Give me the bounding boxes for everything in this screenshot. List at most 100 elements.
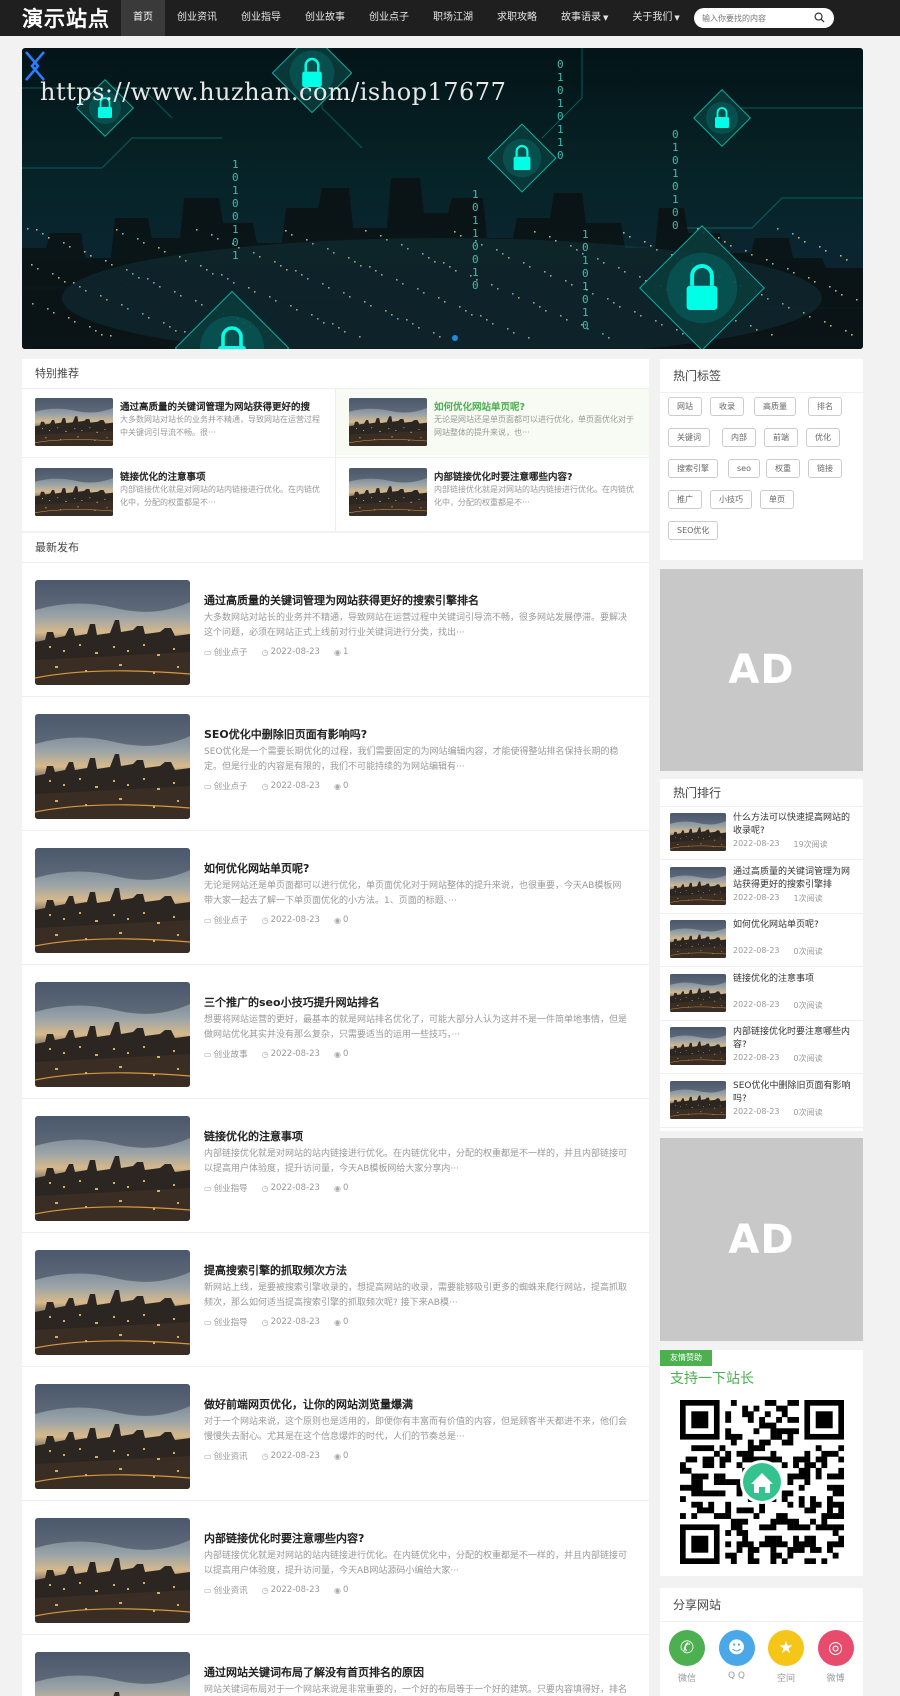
post-title[interactable]: 链接优化的注意事项 xyxy=(204,1128,303,1144)
post-item[interactable]: 三个推广的seo小技巧提升网站排名 想要将网站运营的更好，最基本的就是网站排名优… xyxy=(22,965,649,1099)
hot-item[interactable]: 什么方法可以快速提高网站的收录呢? 2022-08-23 19次阅读 xyxy=(660,807,863,860)
post-thumbnail[interactable] xyxy=(35,1116,190,1221)
post-thumbnail[interactable] xyxy=(35,580,190,685)
post-thumbnail[interactable] xyxy=(35,848,190,953)
post-category[interactable]: ▭ 创业资讯 xyxy=(204,1584,248,1597)
tag-link[interactable]: 收录 xyxy=(710,397,744,416)
tag-link[interactable]: 链接 xyxy=(808,459,842,478)
tag-link[interactable]: 搜索引擎 xyxy=(668,459,718,478)
tag-link[interactable]: 推广 xyxy=(668,490,702,509)
hot-title[interactable]: 通过高质量的关键词管理为网站获得更好的搜索引擎排 xyxy=(733,866,857,892)
post-title[interactable]: 内部链接优化时要注意哪些内容? xyxy=(204,1530,364,1546)
post-category[interactable]: ▭ 创业点子 xyxy=(204,646,248,659)
post-thumbnail[interactable] xyxy=(35,714,190,819)
wechat-icon[interactable]: ✆ xyxy=(669,1630,705,1666)
hot-item[interactable]: 如何优化网站单页呢? 2022-08-23 0次阅读 xyxy=(660,914,863,967)
qq-icon[interactable]: ☻ xyxy=(718,1630,755,1666)
post-thumbnail[interactable] xyxy=(35,1250,190,1355)
hot-title[interactable]: 内部链接优化时要注意哪些内容? xyxy=(733,1026,857,1052)
tag-link[interactable]: 权重 xyxy=(766,459,800,478)
nav-item-6[interactable]: 求职攻略 xyxy=(485,0,549,36)
featured-item[interactable]: 如何优化网站单页呢? 无论是网站还是单页面都可以进行优化，单页面优化对于网站整体… xyxy=(336,389,649,455)
featured-thumbnail[interactable] xyxy=(349,398,427,446)
share-weibo[interactable]: ◎ 微博 xyxy=(816,1630,856,1684)
tag-link[interactable]: SEO优化 xyxy=(668,521,719,540)
post-title[interactable]: 提高搜索引擎的抓取频次方法 xyxy=(204,1262,347,1278)
post-item[interactable]: 做好前端网页优化，让你的网站浏览量爆满 对于一个网站来说，这个原则也是适用的，即… xyxy=(22,1367,649,1501)
nav-item-4[interactable]: 创业点子 xyxy=(357,0,421,36)
post-category[interactable]: ▭ 创业指导 xyxy=(204,1316,248,1329)
post-title[interactable]: 通过高质量的关键词管理为网站获得更好的搜索引擎排名 xyxy=(204,592,479,608)
tag-link[interactable]: 前端 xyxy=(764,428,798,447)
post-category[interactable]: ▭ 创业资讯 xyxy=(204,1450,248,1463)
hot-thumbnail[interactable] xyxy=(670,813,726,851)
tag-link[interactable]: seo xyxy=(728,459,760,478)
tag-link[interactable]: 网站 xyxy=(668,397,702,416)
featured-thumbnail[interactable] xyxy=(35,468,113,516)
featured-title[interactable]: 链接优化的注意事项 xyxy=(120,469,320,483)
post-title[interactable]: 如何优化网站单页呢? xyxy=(204,860,309,876)
hot-item[interactable]: SEO优化中删除旧页面有影响吗? 2022-08-23 0次阅读 xyxy=(660,1075,863,1128)
share-wechat[interactable]: ✆ 微信 xyxy=(667,1630,707,1684)
tag-link[interactable]: 高质量 xyxy=(754,397,796,416)
post-item[interactable]: 通过高质量的关键词管理为网站获得更好的搜索引擎排名 大多数网站对站长的业务并不精… xyxy=(22,563,649,697)
post-title[interactable]: SEO优化中删除旧页面有影响吗? xyxy=(204,726,367,742)
post-title[interactable]: 三个推广的seo小技巧提升网站排名 xyxy=(204,994,380,1010)
featured-thumbnail[interactable] xyxy=(35,398,113,446)
post-thumbnail[interactable] xyxy=(35,982,190,1087)
hot-title[interactable]: 如何优化网站单页呢? xyxy=(733,919,857,945)
post-item[interactable]: 内部链接优化时要注意哪些内容? 内部链接优化就是对网站的站内链接进行优化。在内链… xyxy=(22,1501,649,1635)
tag-link[interactable]: 排名 xyxy=(808,397,842,416)
nav-item-8[interactable]: 关于我们 ▼ xyxy=(620,0,691,36)
search-icon[interactable] xyxy=(814,12,825,23)
post-category[interactable]: ▭ 创业指导 xyxy=(204,1182,248,1195)
ad-banner-1[interactable]: AD xyxy=(660,569,863,771)
nav-item-5[interactable]: 职场江湖 xyxy=(421,0,485,36)
hot-item[interactable]: 内部链接优化时要注意哪些内容? 2022-08-23 0次阅读 xyxy=(660,1021,863,1074)
featured-title[interactable]: 通过高质量的关键词管理为网站获得更好的搜 xyxy=(120,399,320,413)
nav-item-0[interactable]: 首页 xyxy=(121,0,165,36)
post-title[interactable]: 做好前端网页优化，让你的网站浏览量爆满 xyxy=(204,1396,413,1412)
post-item[interactable]: 链接优化的注意事项 内部链接优化就是对网站的站内链接进行优化。在内链优化中，分配… xyxy=(22,1099,649,1233)
share-qq[interactable]: ☻ Q Q xyxy=(717,1630,757,1681)
post-thumbnail[interactable] xyxy=(35,1652,190,1696)
hot-title[interactable]: SEO优化中删除旧页面有影响吗? xyxy=(733,1080,857,1106)
search-input[interactable] xyxy=(694,8,804,28)
featured-thumbnail[interactable] xyxy=(349,468,427,516)
hero-banner[interactable]: 0101011001010100101001011011001010101010… xyxy=(22,48,863,349)
hot-thumbnail[interactable] xyxy=(670,1080,726,1119)
share-qzone[interactable]: ★ 空间 xyxy=(766,1630,806,1684)
featured-item[interactable]: 内部链接优化时要注意哪些内容? 内部链接优化就是对网站的站内链接进行优化。在内链… xyxy=(336,459,649,525)
post-thumbnail[interactable] xyxy=(35,1518,190,1623)
post-category[interactable]: ▭ 创业点子 xyxy=(204,914,248,927)
banner-pagination-dot[interactable] xyxy=(452,335,458,341)
banner-next-icon[interactable] xyxy=(22,48,42,84)
featured-item[interactable]: 通过高质量的关键词管理为网站获得更好的搜 大多数网站对站长的业务并不精通，导致网… xyxy=(22,389,335,455)
nav-item-3[interactable]: 创业故事 xyxy=(293,0,357,36)
post-item[interactable]: 如何优化网站单页呢? 无论是网站还是单页面都可以进行优化，单页面优化对于网站整体… xyxy=(22,831,649,965)
hot-thumbnail[interactable] xyxy=(670,1027,726,1065)
weibo-icon[interactable]: ◎ xyxy=(817,1630,854,1666)
tag-link[interactable]: 内部 xyxy=(722,428,756,447)
tag-link[interactable]: 优化 xyxy=(806,428,840,447)
post-title[interactable]: 通过网站关键词布局了解没有首页排名的原因 xyxy=(204,1664,424,1680)
post-item[interactable]: 提高搜索引擎的抓取频次方法 新网站上线，是要被搜索引擎收录的，想提高网站的收录，… xyxy=(22,1233,649,1367)
featured-item[interactable]: 链接优化的注意事项 内部链接优化就是对网站的站内链接进行优化。在内链优化中，分配… xyxy=(22,459,335,525)
post-category[interactable]: ▭ 创业点子 xyxy=(204,780,248,793)
post-item[interactable]: SEO优化中删除旧页面有影响吗? SEO优化是一个需要长期优化的过程，我们需要固… xyxy=(22,697,649,831)
hot-thumbnail[interactable] xyxy=(670,973,726,1012)
ad-banner-2[interactable]: AD xyxy=(660,1138,863,1341)
post-item[interactable]: 通过网站关键词布局了解没有首页排名的原因 网站关键词布局对于一个网站来说是非常重… xyxy=(22,1635,649,1696)
featured-title[interactable]: 如何优化网站单页呢? xyxy=(434,399,634,413)
nav-item-1[interactable]: 创业资讯 xyxy=(165,0,229,36)
tag-link[interactable]: 关键词 xyxy=(668,428,710,447)
nav-item-7[interactable]: 故事语录 ▼ xyxy=(549,0,620,36)
post-thumbnail[interactable] xyxy=(35,1384,190,1489)
qzone-icon[interactable]: ★ xyxy=(768,1630,804,1666)
nav-item-2[interactable]: 创业指导 xyxy=(229,0,293,36)
tag-link[interactable]: 小技巧 xyxy=(710,490,752,509)
hot-title[interactable]: 什么方法可以快速提高网站的收录呢? xyxy=(733,812,857,838)
site-logo[interactable]: 演示站点 xyxy=(22,3,110,33)
tag-link[interactable]: 单页 xyxy=(760,490,794,509)
hot-thumbnail[interactable] xyxy=(670,866,726,905)
